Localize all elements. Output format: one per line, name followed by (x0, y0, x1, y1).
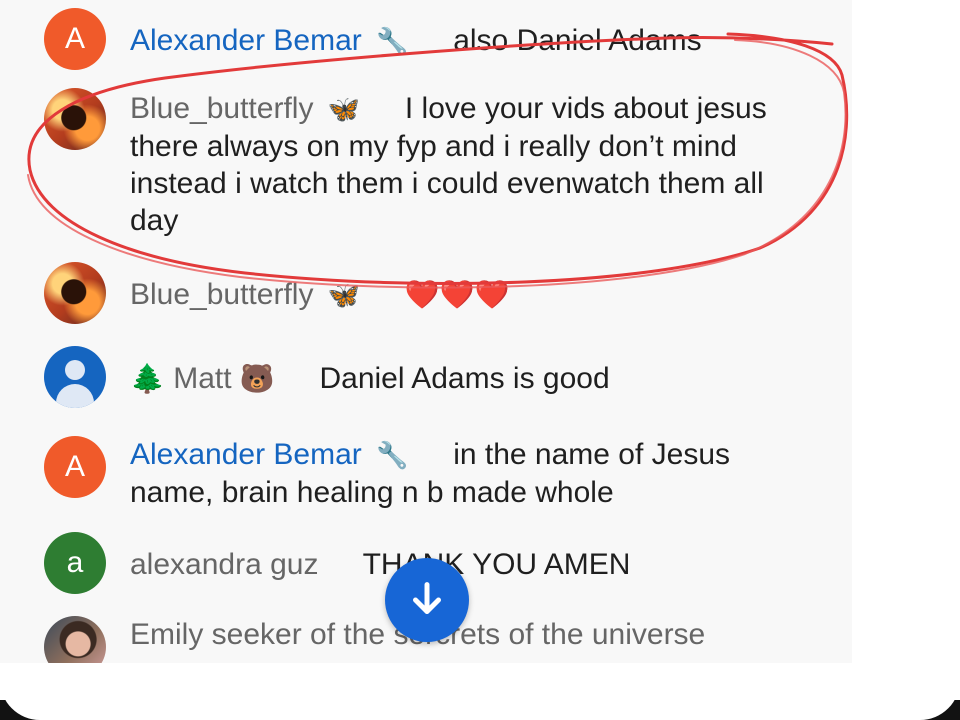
chat-message: A Alexander Bemar 🔧 also Daniel Adams (44, 8, 834, 74)
avatar[interactable]: A (44, 8, 106, 70)
user-body-icon (56, 384, 94, 408)
chat-message: 🌲 Matt 🐻 Daniel Adams is good (44, 346, 834, 412)
bottom-sheet (0, 680, 960, 720)
tree-icon: 🌲 (130, 363, 165, 394)
avatar[interactable]: A (44, 436, 106, 498)
avatar[interactable] (44, 262, 106, 324)
live-chat-panel: A Alexander Bemar 🔧 also Daniel Adams Bl… (0, 0, 852, 663)
author-name[interactable]: Blue_butterfly (130, 278, 313, 311)
avatar[interactable] (44, 88, 106, 150)
message-text: Daniel Adams is good (319, 362, 610, 395)
message-text: also Daniel Adams (453, 24, 702, 57)
wrench-icon: 🔧 (376, 26, 409, 56)
heart-emoji-message: ❤️❤️❤️ (404, 279, 510, 310)
chat-message: Blue_butterfly 🦋 ❤️❤️❤️ (44, 262, 834, 328)
author-name[interactable]: Matt (173, 362, 231, 395)
chat-message: A Alexander Bemar 🔧 in the name of Jesus… (44, 434, 834, 530)
right-margin (852, 0, 960, 663)
author-name[interactable]: Blue_butterfly (130, 92, 313, 125)
avatar[interactable] (44, 616, 106, 663)
arrow-down-icon (413, 582, 441, 614)
butterfly-icon: 🦋 (327, 94, 361, 124)
user-head-icon (65, 360, 85, 380)
author-name[interactable]: alexandra guz (130, 548, 318, 581)
author-name[interactable]: Alexander Bemar (130, 438, 362, 471)
butterfly-icon: 🦋 (327, 280, 361, 310)
avatar[interactable] (44, 346, 106, 408)
chat-message: Blue_butterfly 🦋 I love your vids about … (44, 88, 834, 248)
avatar[interactable]: a (44, 532, 106, 594)
wrench-icon: 🔧 (376, 440, 409, 470)
bear-icon: 🐻 (239, 363, 275, 394)
author-name[interactable]: Alexander Bemar (130, 24, 362, 57)
scroll-down-button[interactable] (385, 558, 469, 642)
